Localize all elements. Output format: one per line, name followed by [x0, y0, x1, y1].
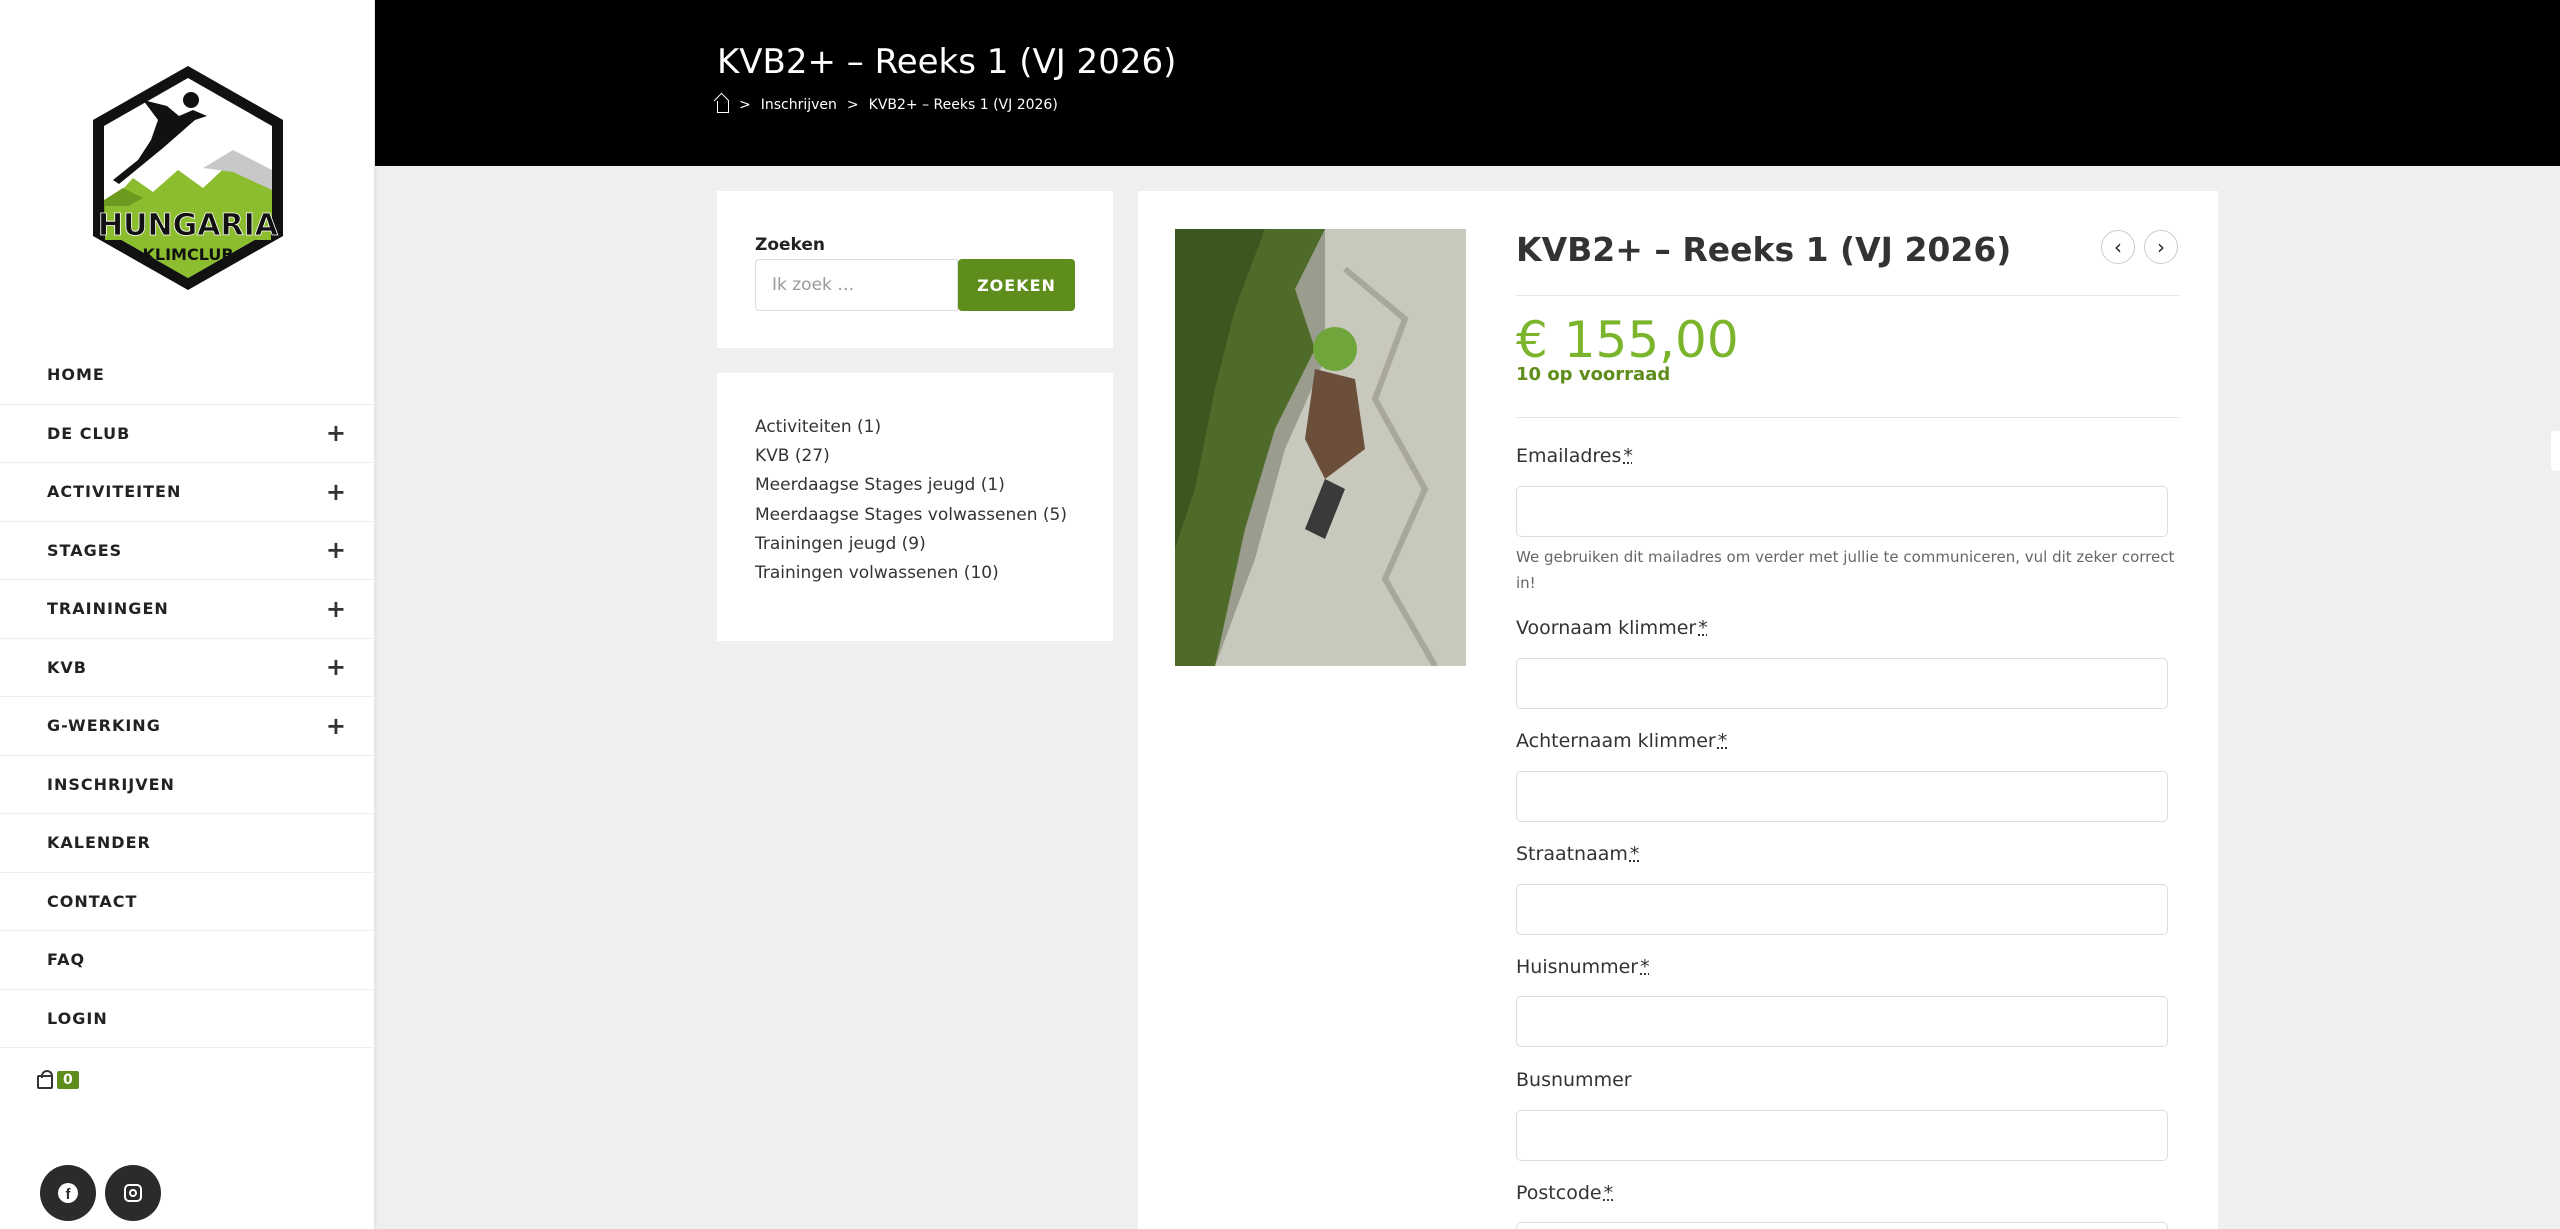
divider — [1516, 295, 2179, 296]
postcode-label-text: Postcode — [1516, 1182, 1602, 1204]
expand-plus-icon[interactable]: + — [326, 538, 346, 562]
menu-item-label: FAQ — [47, 950, 86, 970]
email-label: Emailadres * — [1516, 445, 1633, 467]
menu-item-faq[interactable]: FAQ — [0, 931, 374, 990]
instagram-button[interactable] — [105, 1165, 161, 1221]
expand-plus-icon[interactable]: + — [326, 597, 346, 621]
menu-item-login[interactable]: LOGIN — [0, 990, 374, 1048]
menu-item-inschrijven[interactable]: INSCHRIJVEN — [0, 756, 374, 814]
housenumber-field[interactable] — [1516, 996, 2168, 1047]
category-link[interactable]: Trainingen jeugd (9) — [755, 530, 1067, 559]
lastname-field[interactable] — [1516, 771, 2168, 822]
menu-item-de-club[interactable]: DE CLUB + — [0, 405, 374, 463]
menu-item-label: CONTACT — [47, 891, 138, 911]
cart-count-badge: 0 — [57, 1071, 79, 1089]
product-image[interactable] — [1175, 229, 1466, 666]
email-field[interactable] — [1516, 486, 2168, 537]
breadcrumb-separator: > — [846, 97, 859, 113]
facebook-icon: f — [58, 1183, 78, 1203]
search-input[interactable] — [755, 259, 958, 311]
menu-item-g-werking[interactable]: G-WERKING + — [0, 697, 374, 756]
street-label: Straatnaam * — [1516, 843, 1639, 865]
required-mark: * — [1640, 956, 1650, 978]
category-link[interactable]: Trainingen volwassenen (10) — [755, 559, 1067, 588]
stock-status: 10 op voorraad — [1516, 364, 1671, 385]
page-header — [375, 0, 2560, 166]
required-mark: * — [1603, 1182, 1614, 1204]
divider — [1516, 417, 2179, 418]
required-mark: * — [1623, 445, 1633, 467]
menu-item-activiteiten[interactable]: ACTIVITEITEN + — [0, 463, 374, 522]
lastname-label-text: Achternaam klimmer — [1516, 730, 1716, 752]
firstname-label-text: Voornaam klimmer — [1516, 617, 1697, 639]
sidebar: HUNGARIA KLIMCLUB HOME DE CLUB + ACTIVITE… — [0, 0, 374, 1229]
email-label-text: Emailadres — [1516, 445, 1622, 467]
lastname-label: Achternaam klimmer * — [1516, 730, 1727, 752]
page-title: KVB2+ – Reeks 1 (VJ 2026) — [717, 42, 1177, 82]
menu-item-label: G-WERKING — [47, 716, 161, 736]
housenr-label-text: Huisnummer — [1516, 956, 1639, 978]
previous-product-button[interactable]: ‹ — [2101, 230, 2135, 264]
breadcrumb-current: KVB2+ – Reeks 1 (VJ 2026) — [868, 97, 1058, 113]
required-mark: * — [1629, 843, 1640, 865]
menu-item-kvb[interactable]: KVB + — [0, 639, 374, 697]
menu-item-kalender[interactable]: KALENDER — [0, 814, 374, 873]
main-menu: HOME DE CLUB + ACTIVITEITEN + STAGES + TRAI… — [0, 346, 374, 1048]
firstname-field[interactable] — [1516, 658, 2168, 709]
category-link[interactable]: Meerdaagse Stages volwassenen (5) — [755, 501, 1067, 530]
menu-item-stages[interactable]: STAGES + — [0, 522, 374, 580]
menu-item-home[interactable]: HOME — [0, 346, 374, 405]
menu-item-label: STAGES — [47, 540, 123, 560]
cart-link[interactable]: 0 — [37, 1070, 79, 1089]
expand-plus-icon[interactable]: + — [326, 421, 346, 445]
required-mark: * — [1698, 617, 1708, 639]
search-button[interactable]: ZOEKEN — [958, 259, 1075, 311]
categories-widget: Activiteiten (1) KVB (27) Meerdaagse Sta… — [717, 373, 1113, 641]
home-icon[interactable] — [717, 100, 729, 113]
busnumber-field[interactable] — [1516, 1110, 2168, 1161]
search-widget: Zoeken ZOEKEN — [717, 191, 1113, 348]
breadcrumb-link-inschrijven[interactable]: Inschrijven — [761, 97, 837, 113]
menu-item-label: DE CLUB — [47, 423, 131, 443]
housenr-label: Huisnummer * — [1516, 956, 1650, 978]
expand-plus-icon[interactable]: + — [326, 714, 346, 738]
menu-item-label: KVB — [47, 657, 87, 677]
product-price: € 155,00 — [1516, 311, 1739, 369]
menu-item-label: TRAININGEN — [47, 599, 169, 619]
email-hint: We gebruiken dit mailadres om verder met… — [1516, 548, 2175, 592]
menu-item-contact[interactable]: CONTACT — [0, 873, 374, 931]
instagram-icon — [124, 1184, 142, 1202]
busnr-label: Busnummer — [1516, 1069, 1632, 1091]
expand-plus-icon[interactable]: + — [326, 480, 346, 504]
category-link[interactable]: Activiteiten (1) — [755, 413, 1067, 442]
menu-item-label: LOGIN — [47, 1008, 108, 1028]
shopping-bag-icon — [37, 1070, 53, 1089]
zoom-button[interactable] — [2551, 431, 2560, 471]
busnr-label-text: Busnummer — [1516, 1069, 1632, 1091]
menu-item-trainingen[interactable]: TRAININGEN + — [0, 580, 374, 639]
search-widget-title: Zoeken — [755, 235, 826, 255]
category-link[interactable]: KVB (27) — [755, 442, 1067, 471]
breadcrumb: > Inschrijven > KVB2+ – Reeks 1 (VJ 2026… — [717, 97, 1058, 113]
next-product-button[interactable]: › — [2144, 230, 2178, 264]
menu-item-label: HOME — [47, 365, 105, 385]
street-label-text: Straatnaam — [1516, 843, 1628, 865]
postcode-label: Postcode * — [1516, 1182, 1613, 1204]
postcode-field[interactable] — [1516, 1222, 2168, 1229]
facebook-button[interactable]: f — [40, 1165, 96, 1221]
menu-item-label: KALENDER — [47, 833, 151, 853]
product-title: KVB2+ – Reeks 1 (VJ 2026) — [1516, 230, 2012, 269]
logo-text-bottom: KLIMCLUB — [142, 245, 233, 264]
menu-item-label: INSCHRIJVEN — [47, 774, 175, 794]
category-link[interactable]: Meerdaagse Stages jeugd (1) — [755, 471, 1067, 500]
breadcrumb-separator: > — [739, 97, 751, 113]
firstname-label: Voornaam klimmer * — [1516, 617, 1708, 639]
logo-text-top: HUNGARIA — [98, 208, 279, 243]
required-mark: * — [1717, 730, 1728, 752]
expand-plus-icon[interactable]: + — [326, 655, 346, 679]
street-field[interactable] — [1516, 884, 2168, 935]
category-list: Activiteiten (1) KVB (27) Meerdaagse Sta… — [755, 413, 1067, 588]
menu-item-label: ACTIVITEITEN — [47, 482, 182, 502]
club-logo[interactable]: HUNGARIA KLIMCLUB — [83, 60, 293, 296]
